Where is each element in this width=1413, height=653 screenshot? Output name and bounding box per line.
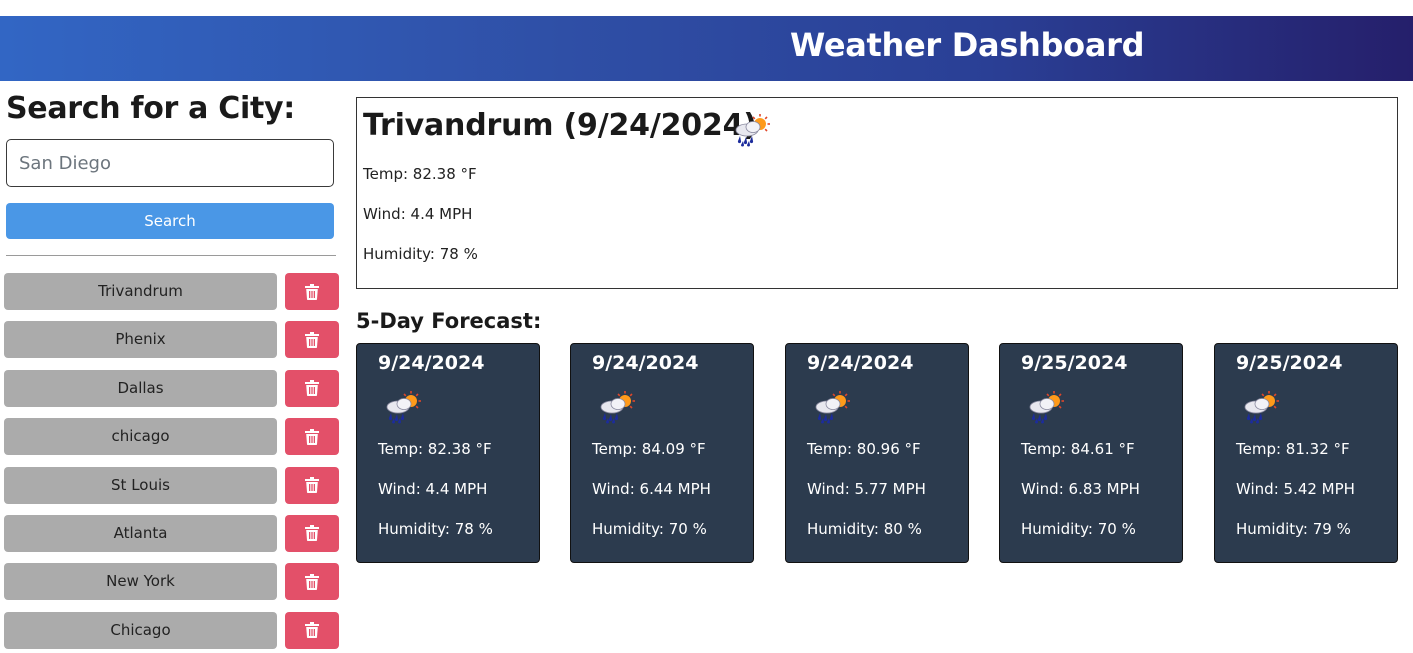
current-wind: Wind: 4.4 MPH: [363, 205, 473, 223]
forecast-date: 9/24/2024: [378, 352, 485, 374]
delete-city-button[interactable]: [285, 514, 339, 552]
delete-city-button[interactable]: [285, 563, 339, 601]
trash-icon: [305, 477, 319, 494]
history-item: Phenix: [4, 321, 340, 359]
delete-city-button[interactable]: [285, 321, 339, 359]
history-city-button[interactable]: Atlanta: [4, 514, 277, 552]
trash-icon: [305, 428, 319, 445]
forecast-wind: Wind: 4.4 MPH: [378, 480, 488, 498]
current-humidity: Humidity: 78 %: [363, 245, 478, 263]
trash-icon: [305, 331, 319, 348]
delete-city-button[interactable]: [285, 466, 339, 504]
forecast-humidity: Humidity: 70 %: [1021, 520, 1136, 538]
trash-icon: [305, 525, 319, 542]
forecast-card: 9/24/2024 Temp: 82.38 °F Wind: 4.4 MPH H…: [356, 343, 540, 563]
forecast-temp: Temp: 81.32 °F: [1236, 440, 1350, 458]
forecast-temp: Temp: 84.61 °F: [1021, 440, 1135, 458]
trash-icon: [305, 380, 319, 397]
rain-sun-cloud-icon: [1241, 390, 1281, 428]
rain-sun-cloud-icon: [812, 390, 852, 428]
rain-sun-cloud-icon: [1026, 390, 1066, 428]
forecast-humidity: Humidity: 78 %: [378, 520, 493, 538]
trash-icon: [305, 622, 319, 639]
history-item: Dallas: [4, 369, 340, 407]
forecast-temp: Temp: 84.09 °F: [592, 440, 706, 458]
forecast-date: 9/25/2024: [1236, 352, 1343, 374]
delete-city-button[interactable]: [285, 418, 339, 456]
trash-icon: [305, 283, 319, 300]
search-heading: Search for a City:: [6, 91, 295, 126]
delete-city-button[interactable]: [285, 369, 339, 407]
history-item: chicago: [4, 418, 340, 456]
forecast-wind: Wind: 6.83 MPH: [1021, 480, 1140, 498]
forecast-wind: Wind: 5.77 MPH: [807, 480, 926, 498]
current-city-title: Trivandrum (9/24/2024): [363, 108, 757, 143]
app-title: Weather Dashboard: [790, 26, 1145, 64]
history-city-button[interactable]: chicago: [4, 418, 277, 456]
history-item: St Louis: [4, 466, 340, 504]
forecast-temp: Temp: 82.38 °F: [378, 440, 492, 458]
rain-sun-cloud-icon: [732, 113, 772, 151]
history-city-button[interactable]: St Louis: [4, 466, 277, 504]
history-city-button[interactable]: New York: [4, 563, 277, 601]
history-item: Chicago: [4, 611, 340, 649]
delete-city-button[interactable]: [285, 611, 339, 649]
history-city-button[interactable]: Dallas: [4, 369, 277, 407]
forecast-humidity: Humidity: 70 %: [592, 520, 707, 538]
forecast-humidity: Humidity: 79 %: [1236, 520, 1351, 538]
forecast-card: 9/25/2024 Temp: 81.32 °F Wind: 5.42 MPH …: [1214, 343, 1398, 563]
history-item: Trivandrum: [4, 273, 340, 310]
history-city-button[interactable]: Chicago: [4, 611, 277, 649]
history-item: New York: [4, 563, 340, 601]
history-city-button[interactable]: Trivandrum: [4, 273, 277, 310]
forecast-date: 9/24/2024: [592, 352, 699, 374]
search-history-list: Trivandrum Phenix Dallas chicago St Loui…: [4, 273, 340, 653]
divider: [6, 255, 336, 256]
forecast-date: 9/24/2024: [807, 352, 914, 374]
history-item: Atlanta: [4, 514, 340, 552]
forecast-wind: Wind: 6.44 MPH: [592, 480, 711, 498]
forecast-temp: Temp: 80.96 °F: [807, 440, 921, 458]
forecast-wind: Wind: 5.42 MPH: [1236, 480, 1355, 498]
delete-city-button[interactable]: [285, 273, 339, 310]
history-city-button[interactable]: Phenix: [4, 321, 277, 359]
search-button[interactable]: Search: [6, 203, 334, 239]
trash-icon: [305, 573, 319, 590]
forecast-heading: 5-Day Forecast:: [356, 309, 542, 333]
city-search-input[interactable]: [6, 139, 334, 187]
rain-sun-cloud-icon: [597, 390, 637, 428]
current-weather-panel: Trivandrum (9/24/2024) Temp: 82.38 °F Wi…: [356, 97, 1398, 289]
forecast-date: 9/25/2024: [1021, 352, 1128, 374]
forecast-card: 9/24/2024 Temp: 84.09 °F Wind: 6.44 MPH …: [570, 343, 754, 563]
app-header: Weather Dashboard: [0, 16, 1413, 81]
forecast-humidity: Humidity: 80 %: [807, 520, 922, 538]
rain-sun-cloud-icon: [383, 390, 423, 428]
forecast-card: 9/24/2024 Temp: 80.96 °F Wind: 5.77 MPH …: [785, 343, 969, 563]
current-temp: Temp: 82.38 °F: [363, 165, 477, 183]
forecast-card: 9/25/2024 Temp: 84.61 °F Wind: 6.83 MPH …: [999, 343, 1183, 563]
